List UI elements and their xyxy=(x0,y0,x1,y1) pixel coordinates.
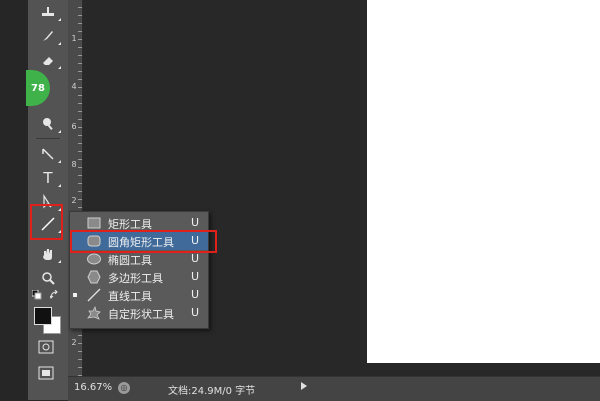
type-icon: T xyxy=(43,169,53,187)
polygon-icon xyxy=(87,270,101,284)
menu-item-shortcut: U xyxy=(191,252,200,265)
zoom-tool-button[interactable] xyxy=(34,266,62,290)
tools-panel: T xyxy=(28,0,69,400)
dodge-icon xyxy=(43,118,53,130)
line-icon xyxy=(87,288,101,302)
eraser-icon xyxy=(43,57,53,65)
status-info-icon[interactable]: ◎ xyxy=(118,382,130,394)
menu-item-polygon-tool[interactable]: 多边形工具 U xyxy=(70,268,208,286)
swap-colors-icon[interactable] xyxy=(50,290,60,300)
ruler-label: 1 xyxy=(71,34,77,43)
left-gutter xyxy=(0,0,28,400)
ruler-icon xyxy=(42,7,54,16)
dodge-tool-button[interactable] xyxy=(34,112,62,136)
menu-item-shortcut: U xyxy=(191,306,200,319)
active-tool-bullet xyxy=(73,293,77,297)
zoom-level[interactable]: 16.67% xyxy=(74,382,112,393)
default-colors-icon[interactable] xyxy=(32,290,42,300)
hand-icon xyxy=(43,249,52,260)
menu-item-shortcut: U xyxy=(191,288,200,301)
document-info: 文档:24.9M/0 字节 xyxy=(168,386,256,397)
document-canvas[interactable] xyxy=(367,0,600,363)
status-menu-arrow-icon[interactable] xyxy=(300,381,308,391)
ellipse-icon xyxy=(87,253,101,265)
menu-item-label: 多边形工具 xyxy=(108,272,163,285)
quick-mask-icon[interactable] xyxy=(38,340,54,354)
menu-item-label: 直线工具 xyxy=(108,290,152,303)
highlight-box-line-tool xyxy=(30,204,63,240)
menu-item-shortcut: U xyxy=(191,270,200,283)
eraser-tool-button[interactable] xyxy=(34,48,62,72)
ruler-label: 6 xyxy=(71,122,77,131)
ruler-label: 2 xyxy=(71,196,77,205)
pen-icon xyxy=(42,148,54,160)
ruler-label: 2 xyxy=(71,338,77,347)
shape-tool-flyout-menu: 矩形工具 U 圆角矩形工具 U 椭圆工具 U 多边形工具 U 直线工具 U 自定… xyxy=(69,211,209,329)
rectangle-icon xyxy=(87,217,101,229)
ruler-label: 4 xyxy=(71,82,77,91)
brush-icon xyxy=(43,31,53,41)
type-tool-button[interactable]: T xyxy=(34,166,62,190)
menu-item-label: 自定形状工具 xyxy=(108,308,174,321)
menu-item-custom-shape-tool[interactable]: 自定形状工具 U xyxy=(70,304,208,322)
status-bar: 16.67% ◎ 文档:24.9M/0 字节 xyxy=(68,376,600,401)
ruler-tool-button[interactable] xyxy=(34,0,62,24)
menu-item-label: 椭圆工具 xyxy=(108,254,152,267)
menu-item-shortcut: U xyxy=(191,216,200,229)
pen-tool-button[interactable] xyxy=(34,142,62,166)
zoom-icon xyxy=(42,272,55,285)
foreground-color-swatch[interactable] xyxy=(34,307,52,325)
custom-shape-icon xyxy=(87,306,101,320)
brush-tool-button[interactable] xyxy=(34,24,62,48)
hand-tool-button[interactable] xyxy=(34,242,62,266)
badge-value: 78 xyxy=(31,82,45,94)
screen-mode-icon[interactable] xyxy=(38,366,54,380)
menu-item-line-tool[interactable]: 直线工具 U xyxy=(70,286,208,304)
highlight-box-rounded-rectangle-item xyxy=(70,230,217,253)
ruler-label: 8 xyxy=(71,160,77,169)
